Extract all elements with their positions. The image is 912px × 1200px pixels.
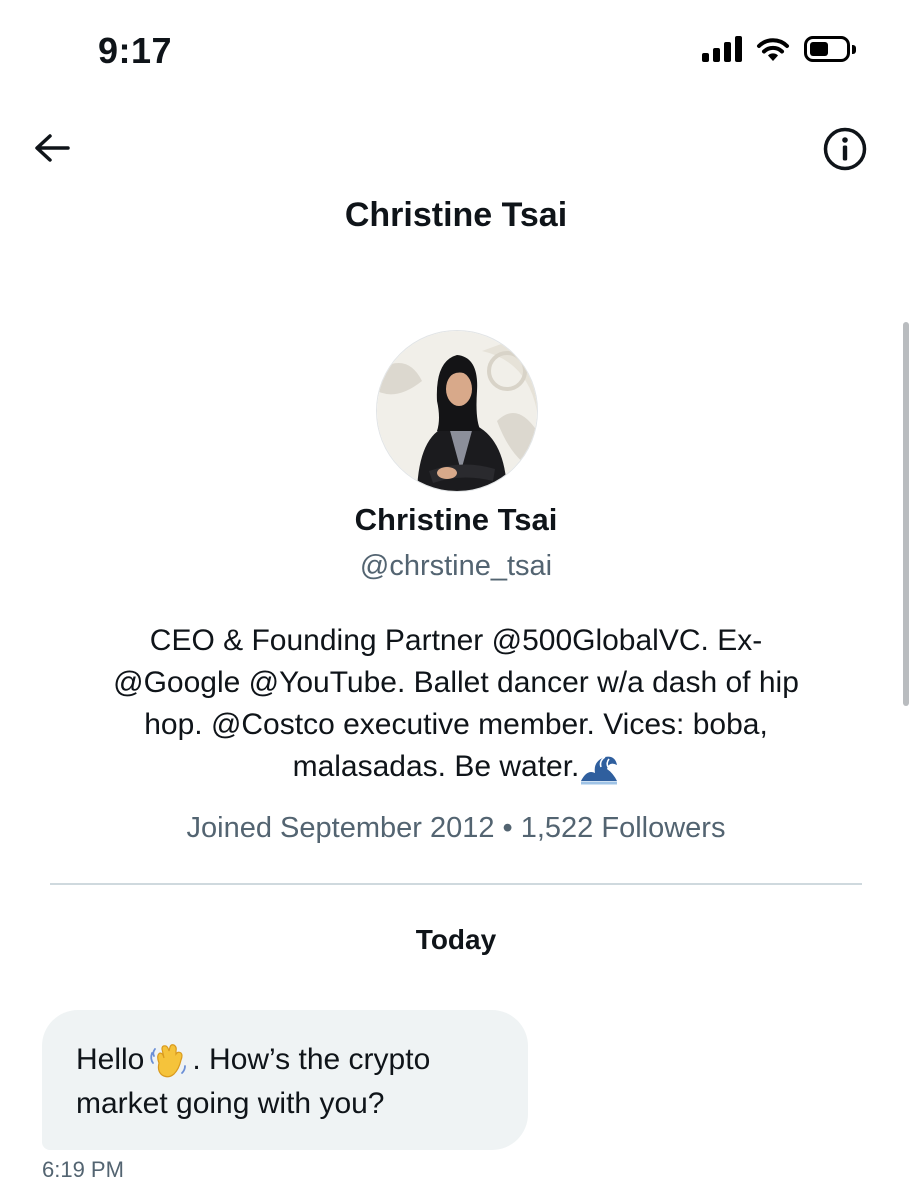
cellular-signal-icon — [702, 36, 742, 62]
message-text: . How’s the crypto — [192, 1043, 431, 1076]
waving-hand-emoji — [150, 1044, 187, 1078]
profile-bio: CEO & Founding Partner @500GlobalVC. Ex-… — [56, 620, 856, 788]
wave-emoji — [579, 751, 620, 786]
bio-line: malasadas. Be water. — [56, 746, 856, 788]
message-timestamp: 6:19 PM — [42, 1157, 124, 1182]
conversation-title: Christine Tsai — [344, 196, 568, 234]
back-button[interactable] — [28, 126, 76, 174]
message-line: Hello . How’s the crypto — [76, 1038, 498, 1082]
arrow-left-icon — [35, 134, 70, 162]
message-bubble[interactable]: Hello . How’s the crypto market going wi… — [42, 1010, 528, 1150]
dm-conversation-screen: 9:17 Christine Tsai Christine Tsai @chrs… — [0, 0, 912, 1200]
message-line: market going with you? — [76, 1087, 385, 1120]
status-time: 9:17 — [98, 30, 173, 71]
profile-photo — [377, 331, 537, 491]
battery-icon — [804, 36, 856, 62]
avatar[interactable] — [376, 330, 538, 492]
wifi-icon — [757, 38, 789, 61]
bio-line: hop. @Costco executive member. Vices: bo… — [144, 708, 768, 741]
divider — [50, 883, 862, 885]
status-icons — [702, 36, 856, 62]
info-button[interactable] — [822, 126, 868, 172]
profile-meta: Joined September 2012 • 1,522 Followers — [186, 812, 726, 844]
bio-line: @Google @YouTube. Ballet dancer w/a dash… — [113, 666, 799, 699]
bio-line: CEO & Founding Partner @500GlobalVC. Ex- — [149, 624, 763, 657]
day-separator: Today — [415, 924, 497, 955]
info-circle-icon — [823, 127, 867, 171]
bio-line-text: malasadas. Be water. — [292, 750, 580, 783]
profile-name: Christine Tsai — [354, 502, 558, 537]
profile-handle[interactable]: @chrstine_tsai — [0, 550, 912, 583]
message-text: Hello — [76, 1043, 145, 1076]
